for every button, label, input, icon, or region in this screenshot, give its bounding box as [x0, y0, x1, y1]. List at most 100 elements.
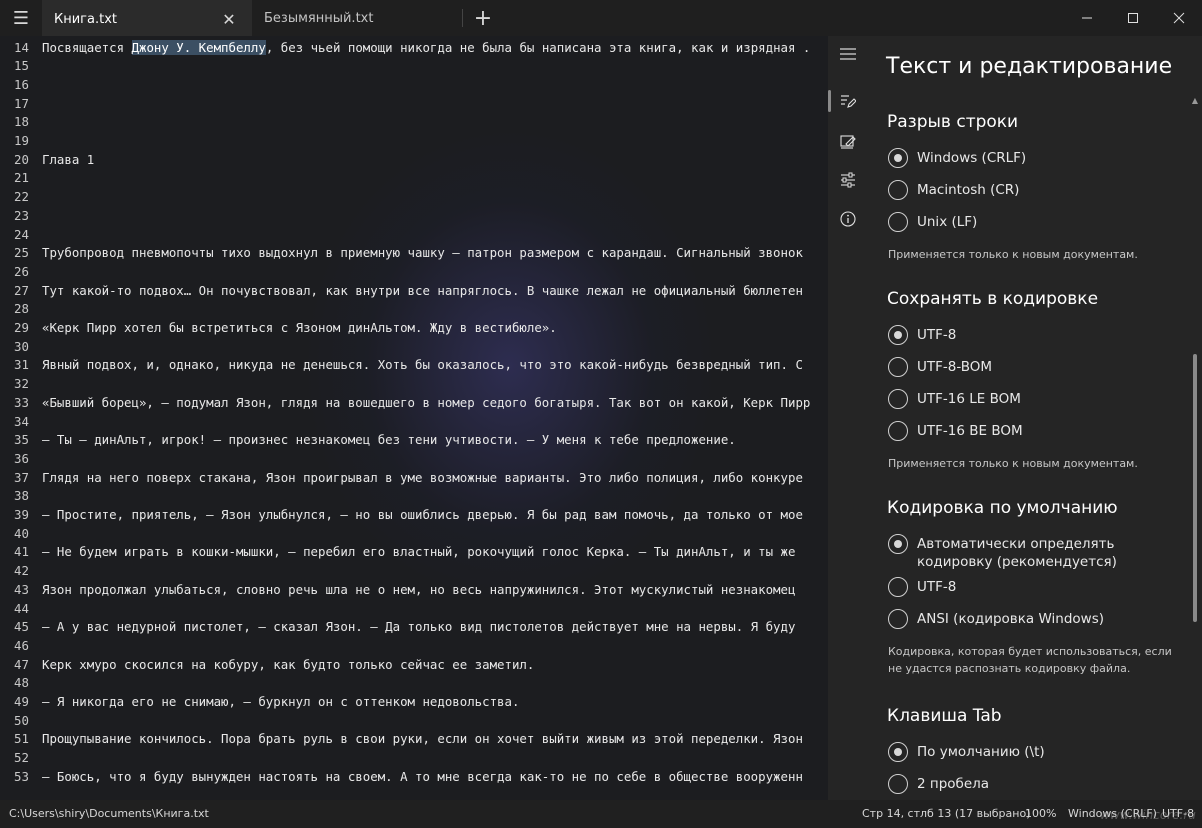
sliders-icon[interactable]: [828, 164, 868, 196]
line-text[interactable]: «Керк Пирр хотел бы встретиться с Язоном…: [42, 320, 557, 335]
line-text[interactable]: – Ты – динАльт, игрок! – произнес незнак…: [42, 432, 736, 447]
editor-line[interactable]: 48: [0, 674, 828, 692]
editor-line[interactable]: 39 – Простите, приятель, – Язон улыбнулся…: [0, 506, 828, 524]
hamburger-icon[interactable]: ☰: [0, 0, 42, 36]
maximize-icon[interactable]: [1110, 0, 1156, 36]
selected-text[interactable]: Джону У. Кемпбеллу: [131, 39, 266, 55]
personalize-icon[interactable]: [828, 125, 868, 157]
tab-untitled[interactable]: Безымянный.txt: [252, 0, 462, 36]
editor-line[interactable]: 23: [0, 206, 828, 224]
editor-line[interactable]: 43 Язон продолжал улыбаться, словно речь …: [0, 580, 828, 598]
info-icon[interactable]: [828, 203, 868, 235]
editor-line[interactable]: 40: [0, 524, 828, 542]
line-text[interactable]: Посвящается Джону У. Кемпбеллу, без чьей…: [42, 39, 810, 55]
editor-line[interactable]: 16: [0, 75, 828, 93]
line-text[interactable]: Язон продолжал улыбаться, словно речь шл…: [42, 582, 795, 597]
editor-line[interactable]: 26: [0, 262, 828, 280]
line-text[interactable]: – Простите, приятель, – Язон улыбнулся, …: [42, 507, 803, 522]
line-text[interactable]: Глядя на него поверх стакана, Язон проиг…: [42, 470, 803, 485]
radio-option[interactable]: UTF-8: [888, 577, 1182, 597]
editor-line[interactable]: 37 Глядя на него поверх стакана, Язон про…: [0, 468, 828, 486]
line-text[interactable]: – Боюсь, что я буду вынужден настоять на…: [42, 769, 803, 784]
line-text[interactable]: Явный подвох, и, однако, никуда не денеш…: [42, 357, 803, 372]
radio-unchecked-icon[interactable]: [888, 357, 908, 377]
editor-line[interactable]: 30: [0, 337, 828, 355]
settings-scrollbar[interactable]: ▲: [1188, 94, 1202, 800]
editor-line[interactable]: 52: [0, 749, 828, 767]
line-text[interactable]: Керк хмуро скосился на кобуру, как будто…: [42, 657, 534, 672]
editor-line[interactable]: 35 – Ты – динАльт, игрок! – произнес незн…: [0, 431, 828, 449]
editor-line[interactable]: 34: [0, 412, 828, 430]
radio-unchecked-icon[interactable]: [888, 180, 908, 200]
editor-line[interactable]: 15: [0, 57, 828, 75]
line-text[interactable]: Глава 1: [42, 152, 94, 167]
editor-line[interactable]: 14 Посвящается Джону У. Кемпбеллу, без чь…: [0, 38, 828, 56]
editor-line[interactable]: 42: [0, 562, 828, 580]
close-window-icon[interactable]: [1156, 0, 1202, 36]
radio-unchecked-icon[interactable]: [888, 774, 908, 794]
scroll-up-icon[interactable]: ▲: [1192, 96, 1198, 105]
radio-option[interactable]: Unix (LF): [888, 212, 1182, 232]
editor-line[interactable]: 25 Трубопровод пневмопочты тихо выдохнул …: [0, 244, 828, 262]
tab-kniga[interactable]: Книга.txt ✕: [42, 0, 252, 36]
line-text[interactable]: – Я никогда его не снимаю, – буркнул он …: [42, 694, 519, 709]
radio-option[interactable]: UTF-8: [888, 325, 1182, 345]
radio-checked-icon[interactable]: [888, 148, 908, 168]
editor-line[interactable]: 33 «Бывший борец», – подумал Язон, глядя …: [0, 393, 828, 411]
radio-option[interactable]: Автоматически определять кодировку (реко…: [888, 534, 1182, 571]
editor-line[interactable]: 22: [0, 188, 828, 206]
radio-option[interactable]: UTF-16 LE BOM: [888, 389, 1182, 409]
radio-unchecked-icon[interactable]: [888, 212, 908, 232]
editor-line[interactable]: 36: [0, 449, 828, 467]
radio-checked-icon[interactable]: [888, 325, 908, 345]
editor-line[interactable]: 17: [0, 94, 828, 112]
editor-line[interactable]: 28: [0, 300, 828, 318]
radio-option[interactable]: Windows (CRLF): [888, 148, 1182, 168]
editor-line[interactable]: 51 Прощупывание кончилось. Пора брать рул…: [0, 730, 828, 748]
editor-line[interactable]: 24: [0, 225, 828, 243]
radio-option[interactable]: 2 пробела: [888, 774, 1182, 794]
editor-line[interactable]: 19: [0, 132, 828, 150]
radio-option[interactable]: ANSI (кодировка Windows): [888, 609, 1182, 629]
editor-line[interactable]: 50: [0, 711, 828, 729]
hamburger-icon[interactable]: [828, 38, 868, 70]
radio-option[interactable]: UTF-8-BOM: [888, 357, 1182, 377]
editor-line[interactable]: 47 Керк хмуро скосился на кобуру, как буд…: [0, 655, 828, 673]
editor-line[interactable]: 41 – Не будем играть в кошки-мышки, – пер…: [0, 543, 828, 561]
plus-icon[interactable]: +: [463, 0, 503, 36]
radio-unchecked-icon[interactable]: [888, 577, 908, 597]
line-text[interactable]: Тут какой-то подвох… Он почувствовал, ка…: [42, 283, 803, 298]
editor-line[interactable]: 20 Глава 1: [0, 150, 828, 168]
radio-option[interactable]: UTF-16 BE BOM: [888, 421, 1182, 441]
line-text[interactable]: Трубопровод пневмопочты тихо выдохнул в …: [42, 245, 803, 260]
radio-checked-icon[interactable]: [888, 534, 908, 554]
settings-scroll-area[interactable]: Разрыв строки Windows (CRLF) Macintosh (CR…: [868, 94, 1202, 800]
minimize-icon[interactable]: [1064, 0, 1110, 36]
editor-line[interactable]: 27 Тут какой-то подвох… Он почувствовал, …: [0, 281, 828, 299]
radio-option[interactable]: По умолчанию (\t): [888, 742, 1182, 762]
line-text[interactable]: – А у вас недурной пистолет, – сказал Яз…: [42, 619, 795, 634]
editor-line[interactable]: 32: [0, 375, 828, 393]
zoom-level[interactable]: 100%: [1025, 807, 1056, 820]
editor-line[interactable]: 21: [0, 169, 828, 187]
radio-checked-icon[interactable]: [888, 742, 908, 762]
close-icon[interactable]: ✕: [218, 8, 240, 30]
radio-unchecked-icon[interactable]: [888, 389, 908, 409]
editor-line[interactable]: 49 – Я никогда его не снимаю, – буркнул о…: [0, 693, 828, 711]
scroll-thumb[interactable]: [1193, 354, 1197, 622]
editor-line[interactable]: 29 «Керк Пирр хотел бы встретиться с Язон…: [0, 319, 828, 337]
editor-line[interactable]: 53 – Боюсь, что я буду вынужден настоять …: [0, 767, 828, 785]
line-text[interactable]: – Не будем играть в кошки-мышки, – переб…: [42, 544, 795, 559]
editor-line[interactable]: 18: [0, 113, 828, 131]
radio-unchecked-icon[interactable]: [888, 609, 908, 629]
edit-text-icon[interactable]: [828, 85, 868, 117]
editor-line[interactable]: 45 – А у вас недурной пистолет, – сказал …: [0, 618, 828, 636]
text-editor[interactable]: 14 Посвящается Джону У. Кемпбеллу, без чь…: [0, 36, 828, 800]
editor-line[interactable]: 31 Явный подвох, и, однако, никуда не ден…: [0, 356, 828, 374]
cursor-position[interactable]: Стр 14, стлб 13 (17 выбрано): [862, 807, 1031, 820]
editor-line[interactable]: 44: [0, 599, 828, 617]
line-text[interactable]: Прощупывание кончилось. Пора брать руль …: [42, 731, 803, 746]
radio-unchecked-icon[interactable]: [888, 421, 908, 441]
editor-line[interactable]: 38: [0, 487, 828, 505]
editor-line[interactable]: 46: [0, 636, 828, 654]
